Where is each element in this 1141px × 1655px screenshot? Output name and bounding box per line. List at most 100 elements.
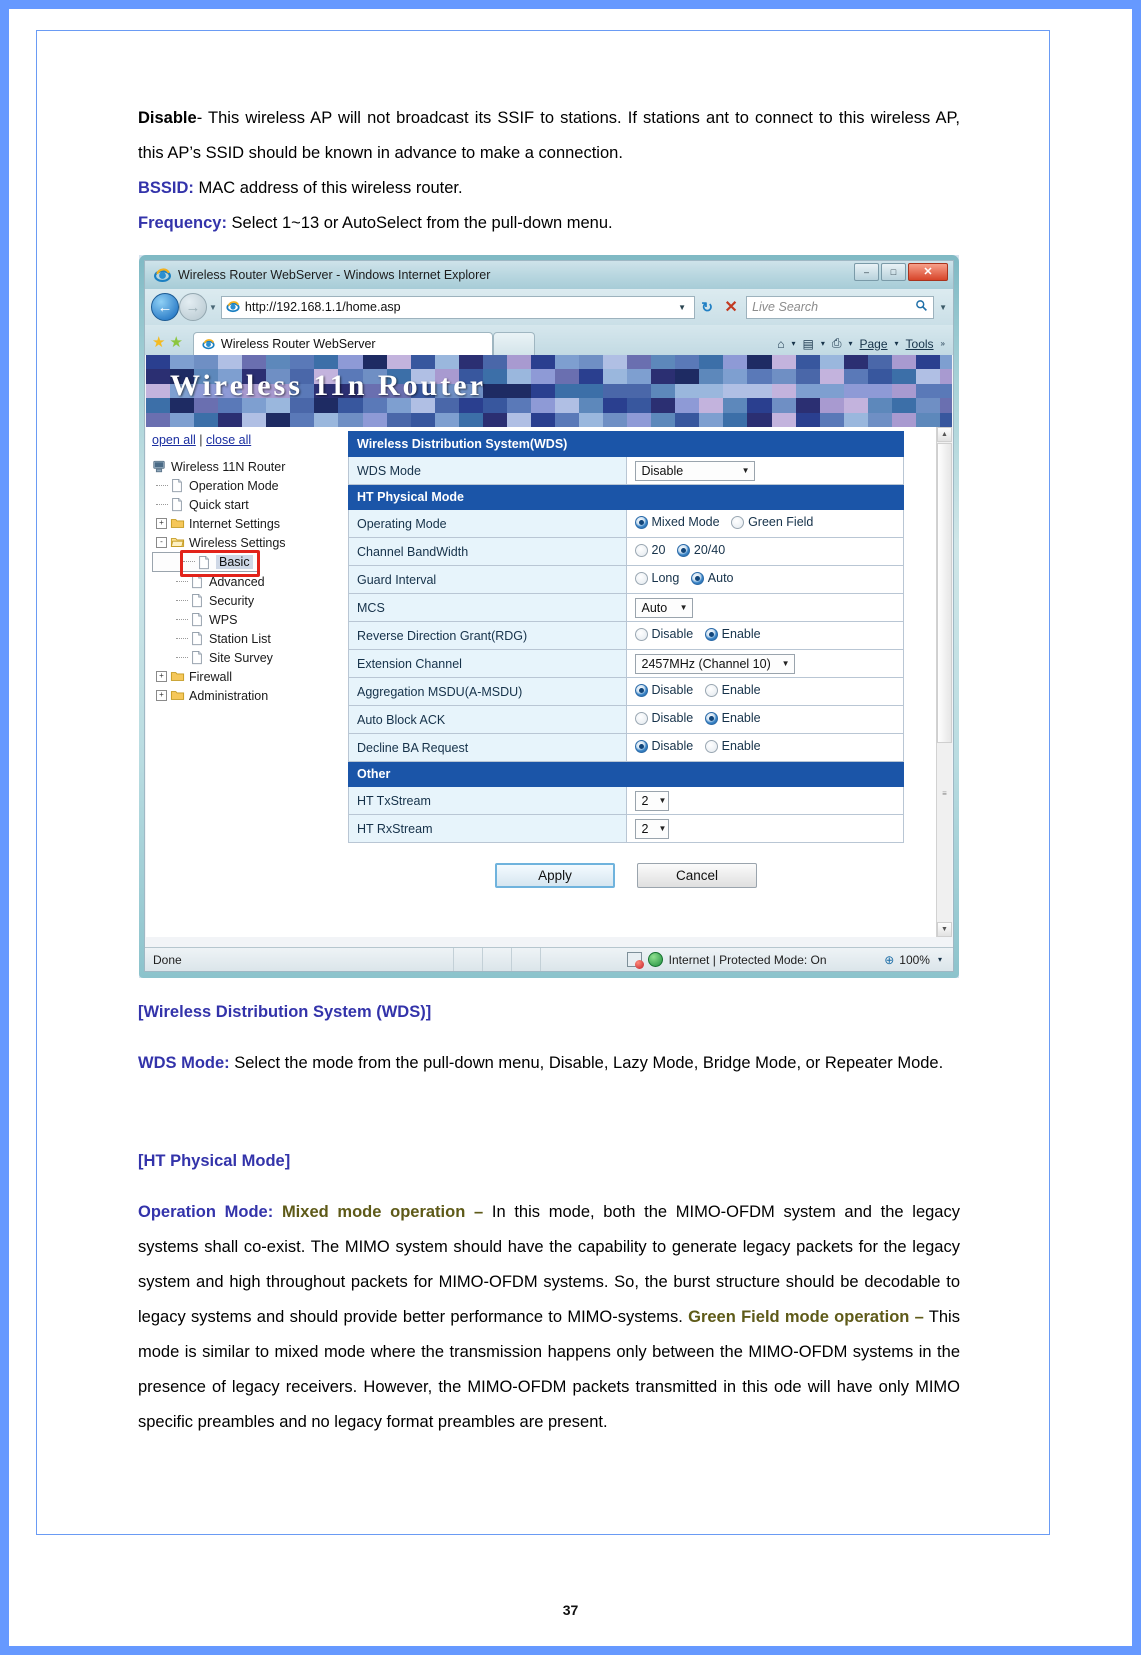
radio-rdg-1[interactable]: Disable <box>634 627 693 641</box>
page-icon <box>170 478 184 493</box>
search-input[interactable]: Live Search <box>746 295 935 319</box>
expand-icon[interactable]: + <box>156 671 167 682</box>
disable-description: - This wireless AP will not broadcast it… <box>138 109 960 162</box>
label-amsdu: Aggregation MSDU(A-MSDU) <box>348 677 627 706</box>
search-provider-caret-icon[interactable]: ▼ <box>939 303 947 312</box>
frequency-description: Select 1~13 or AutoSelect from the pull-… <box>226 214 613 232</box>
radio-guard-interval-2[interactable]: Auto <box>690 571 734 585</box>
tree-item-wireless-settings[interactable]: - Wireless Settings <box>152 533 346 552</box>
heading-ht-physical-mode: [HT Physical Mode] <box>138 1151 291 1170</box>
address-input[interactable]: http://192.168.1.1/home.asp ▼ <box>220 295 696 319</box>
radio-icon <box>676 543 690 557</box>
section-title-ht: HT Physical Mode <box>348 484 904 510</box>
page-icon <box>170 497 184 512</box>
field-ht-txstream: 2 ▼ <box>625 786 904 815</box>
radio-channel-bandwidth-1[interactable]: 20 <box>634 543 665 557</box>
tree-item-administration[interactable]: + Administration <box>152 686 346 705</box>
home-icon[interactable]: ⌂ <box>775 337 786 351</box>
ht-txstream-value: 2 <box>641 793 649 808</box>
tree-item-wps[interactable]: WPS <box>152 610 346 629</box>
security-zone[interactable]: Internet | Protected Mode: On <box>569 952 884 969</box>
field-ht-rxstream: 2 ▼ <box>625 814 904 843</box>
tree-item-site-survey[interactable]: Site Survey <box>152 648 346 667</box>
maximize-button[interactable]: □ <box>881 263 906 281</box>
bssid-term: BSSID: <box>138 179 194 197</box>
tree-item-advanced[interactable]: Advanced <box>152 572 346 591</box>
cancel-button[interactable]: Cancel <box>637 863 757 888</box>
blocked-content-icon <box>626 952 644 969</box>
radio-operating-mode-1[interactable]: Mixed Mode <box>634 515 720 529</box>
print-icon[interactable]: ⎙ <box>830 336 844 351</box>
minimize-button[interactable]: – <box>854 263 879 281</box>
radio-label: Disable <box>651 739 694 754</box>
row-rdg: Reverse Direction Grant(RDG) Disable Ena… <box>348 621 904 650</box>
collapse-icon[interactable]: - <box>156 537 167 548</box>
banner-title: Wireless 11n Router <box>170 369 486 402</box>
apply-button[interactable]: Apply <box>495 863 615 888</box>
ht-rxstream-select[interactable]: 2 ▼ <box>634 818 669 839</box>
bssid-description: MAC address of this wireless router. <box>193 179 463 197</box>
radio-guard-interval-1[interactable]: Long <box>634 571 679 585</box>
page-scrollbar[interactable]: ▲ ≡ ▼ <box>936 427 952 937</box>
home-caret-icon[interactable]: ▾ <box>791 339 795 348</box>
page-caret-icon[interactable]: ▾ <box>895 339 899 348</box>
tree-item-station-list[interactable]: Station List <box>152 629 346 648</box>
tools-menu-button[interactable]: Tools <box>904 337 936 351</box>
window-controls[interactable]: – □ ✕ <box>854 263 948 281</box>
tree-item-wireless-11n-router[interactable]: Wireless 11N Router <box>152 457 346 476</box>
tree-item-security[interactable]: Security <box>152 591 346 610</box>
close-all-link[interactable]: close all <box>206 433 251 447</box>
radio-channel-bandwidth-2[interactable]: 20/40 <box>676 543 725 557</box>
tree-item-label: Firewall <box>189 669 233 684</box>
scroll-up-arrow-icon[interactable]: ▲ <box>937 427 952 442</box>
radio-auto-block-ack-2[interactable]: Enable <box>704 711 761 725</box>
forward-button[interactable]: → <box>179 293 207 321</box>
close-button[interactable]: ✕ <box>908 263 948 281</box>
frequency-term: Frequency: <box>138 214 227 232</box>
tree-item-internet-settings[interactable]: + Internet Settings <box>152 514 346 533</box>
radio-rdg-2[interactable]: Enable <box>704 627 761 641</box>
radio-decline-ba-1[interactable]: Disable <box>634 739 694 754</box>
expand-icon[interactable]: + <box>156 518 167 529</box>
mcs-select[interactable]: Auto ▼ <box>634 597 693 618</box>
tree-item-operation-mode[interactable]: Operation Mode <box>152 476 346 495</box>
scrollbar-thumb[interactable] <box>937 443 952 743</box>
zoom-control[interactable]: ⊕ 100% ▾ <box>884 953 953 967</box>
overflow-chevron-icon[interactable]: » <box>941 339 945 348</box>
print-caret-icon[interactable]: ▾ <box>848 339 852 348</box>
add-favorite-star-icon[interactable]: ★ <box>169 335 182 350</box>
back-button[interactable]: ← <box>151 293 179 321</box>
row-decline-ba: Decline BA Request Disable Enable <box>348 733 904 762</box>
extension-channel-select[interactable]: 2457MHz (Channel 10) ▼ <box>634 653 795 674</box>
refresh-icon[interactable]: ↻ <box>695 296 719 319</box>
security-zone-text: Internet | Protected Mode: On <box>668 952 827 967</box>
feeds-caret-icon[interactable]: ▾ <box>821 339 825 348</box>
recent-pages-caret-icon[interactable]: ▼ <box>209 303 217 312</box>
radio-icon <box>634 543 648 557</box>
page-icon <box>190 612 204 627</box>
open-all-link[interactable]: open all <box>152 433 196 447</box>
tree-item-basic[interactable]: Basic <box>152 552 258 572</box>
ht-txstream-select[interactable]: 2 ▼ <box>634 790 669 811</box>
scroll-down-arrow-icon[interactable]: ▼ <box>937 922 952 937</box>
expand-icon[interactable]: + <box>156 690 167 701</box>
document-content: Disable - This wireless AP will not broad… <box>138 101 960 1440</box>
address-dropdown-icon[interactable]: ▼ <box>678 303 686 312</box>
stop-icon[interactable]: ✕ <box>719 296 743 319</box>
tree-item-firewall[interactable]: + Firewall <box>152 667 346 686</box>
page-menu-button[interactable]: Page <box>857 337 889 351</box>
feeds-icon[interactable]: ▤ <box>801 337 816 351</box>
chevron-down-icon: ▼ <box>741 466 750 475</box>
favorites-star-icon[interactable]: ★ <box>152 335 165 350</box>
radio-decline-ba-2[interactable]: Enable <box>704 739 761 753</box>
zoom-caret-icon[interactable]: ▾ <box>938 955 942 964</box>
radio-amsdu-1[interactable]: Disable <box>634 683 693 697</box>
radio-amsdu-2[interactable]: Enable <box>704 683 761 697</box>
tree-item-quick-start[interactable]: Quick start <box>152 495 346 514</box>
new-tab-button[interactable] <box>492 332 535 355</box>
browser-tab[interactable]: Wireless Router WebServer <box>192 332 493 355</box>
wds-mode-select[interactable]: Disable ▼ <box>634 460 755 481</box>
radio-operating-mode-2[interactable]: Green Field <box>731 515 813 529</box>
search-icon[interactable] <box>915 299 928 315</box>
radio-auto-block-ack-1[interactable]: Disable <box>634 711 693 725</box>
